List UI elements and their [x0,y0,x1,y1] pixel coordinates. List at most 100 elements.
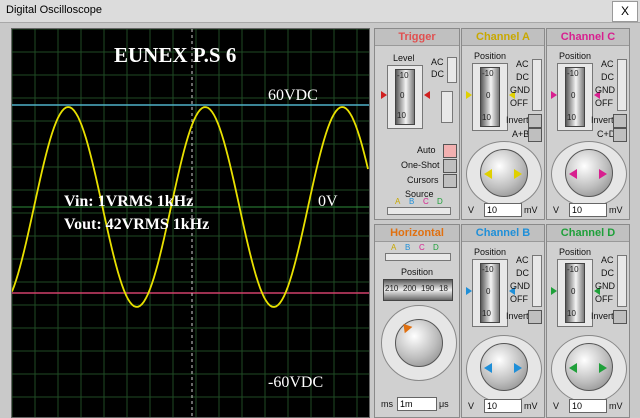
horizontal-source-a: A [391,243,397,252]
channel-b-unit-v: V [468,401,475,411]
channel-a-mode-switch[interactable] [532,59,542,111]
channel-d-scale-field[interactable]: 10 [569,399,607,413]
channel-a-pointer-right-icon [514,169,522,179]
trigger-source-a: A [395,197,401,206]
channel-c-mode-ac: AC [601,59,614,69]
screen-title: EUNEX P.S 6 [114,43,237,67]
channel-b-tick-0: 0 [486,287,491,296]
channel-a-sum-label: A+B [512,129,530,139]
trigger-right-arrow-icon [424,91,430,99]
channel-d-invert-label: Invert [591,311,614,321]
channel-a-mode-off: OFF [510,98,528,108]
channel-c-sum-button[interactable] [613,128,627,142]
trigger-coupling-switch[interactable] [447,57,457,83]
horizontal-panel: Horizontal A B C D Position 210 200 190 … [374,224,460,418]
title-bar: Digital Oscilloscope X [0,0,640,23]
channel-c-tick-10: 10 [567,113,576,122]
horizontal-position-label: Position [401,267,434,277]
channel-a-position-label: Position [474,51,507,61]
channel-c-panel: Channel C Position -10 0 10 AC DC GND OF… [546,28,630,220]
channel-b-mode-off: OFF [510,294,528,304]
horizontal-source-slider[interactable] [385,253,451,261]
channel-d-mode-off: OFF [595,294,613,304]
channel-b-pointer-icon [484,363,492,373]
channel-b-position-label: Position [474,247,507,257]
channel-a-tick-0: 0 [486,91,491,100]
trigger-source-b: B [409,197,415,206]
channel-d-mode-dc: DC [601,268,614,278]
timebase-field[interactable]: 1m [397,397,437,411]
channel-a-invert-button[interactable] [528,114,542,128]
channel-a-mode-gnd: GND [510,85,530,95]
channel-d-tick-0: 0 [571,287,576,296]
channel-d-mode-switch[interactable] [617,255,627,307]
trigger-tick-minus10: -10 [397,71,409,80]
channel-a-mode-dc: DC [516,72,529,82]
channel-c-header: Channel C [547,29,629,46]
scope-display: EUNEX P.S 6 60VDC 0V -60VDC Vin: 1VRMS 1… [11,28,370,418]
channel-a-unit-mv: mV [524,205,538,215]
channel-d-unit-v: V [553,401,560,411]
horizontal-header: Horizontal [375,225,459,242]
channel-a-tick-minus10: -10 [482,69,494,78]
timebase-unit-ms: ms [381,399,393,409]
channel-a-left-arrow-icon [466,91,472,99]
channel-d-pointer-icon [569,363,577,373]
trigger-cursors-label: Cursors [407,175,439,185]
channel-c-left-arrow-icon [551,91,557,99]
trigger-edge-switch[interactable] [441,91,453,123]
channel-d-unit-mv: mV [609,401,623,411]
channel-a-scale-field[interactable]: 10 [484,203,522,217]
trigger-ac-label: AC [431,57,444,67]
channel-b-left-arrow-icon [466,287,472,295]
channel-b-header: Channel B [462,225,544,242]
channel-a-sum-button[interactable] [528,128,542,142]
channel-a-header: Channel A [462,29,544,46]
trigger-level-label: Level [393,53,415,63]
channel-c-mode-off: OFF [595,98,613,108]
channel-b-tick-minus10: -10 [482,265,494,274]
channel-c-mode-gnd: GND [595,85,615,95]
channel-d-tick-minus10: -10 [567,265,579,274]
trigger-oneshot-button[interactable] [443,159,457,173]
trigger-dc-label: DC [431,69,444,79]
channel-c-scale-field[interactable]: 10 [569,203,607,217]
channel-d-panel: Channel D Position -10 0 10 AC DC GND OF… [546,224,630,418]
horizontal-tick-190: 190 [421,284,435,293]
trigger-source-slider[interactable] [387,207,451,215]
horizontal-source-b: B [405,243,411,252]
trigger-tick-0: 0 [400,91,405,100]
channel-a-unit-v: V [468,205,475,215]
channel-d-tick-10: 10 [567,309,576,318]
channel-b-mode-dc: DC [516,268,529,278]
trigger-cursors-button[interactable] [443,174,457,188]
channel-a-tick-10: 10 [482,113,491,122]
vin-label: Vin: 1VRMS 1kHz [64,193,194,210]
oscilloscope-window: Digital Oscilloscope X EUNEX P.S 6 60VDC… [0,0,640,418]
channel-b-invert-button[interactable] [528,310,542,324]
channel-b-panel: Channel B Position -10 0 10 AC DC GND OF… [461,224,545,418]
trigger-auto-label: Auto [417,145,436,155]
channel-c-tick-minus10: -10 [567,69,579,78]
channel-b-mode-gnd: GND [510,281,530,291]
channel-c-pointer-icon [569,169,577,179]
window-title: Digital Oscilloscope [6,4,102,16]
close-button[interactable]: X [612,1,638,22]
channel-c-unit-v: V [553,205,560,215]
channel-b-scale-field[interactable]: 10 [484,399,522,413]
channel-b-pointer-right-icon [514,363,522,373]
channel-b-invert-label: Invert [506,311,529,321]
channel-c-invert-button[interactable] [613,114,627,128]
trigger-auto-button[interactable] [443,144,457,158]
channel-b-mode-switch[interactable] [532,255,542,307]
trigger-left-arrow-icon [381,91,387,99]
channel-a-panel: Channel A Position -10 0 10 AC DC GND OF… [461,28,545,220]
channel-d-invert-button[interactable] [613,310,627,324]
channel-c-mode-switch[interactable] [617,59,627,111]
channel-d-left-arrow-icon [551,287,557,295]
channel-a-invert-label: Invert [506,115,529,125]
channel-d-position-label: Position [559,247,592,257]
channel-b-tick-10: 10 [482,309,491,318]
horizontal-source-c: C [419,243,425,252]
channel-d-header: Channel D [547,225,629,242]
